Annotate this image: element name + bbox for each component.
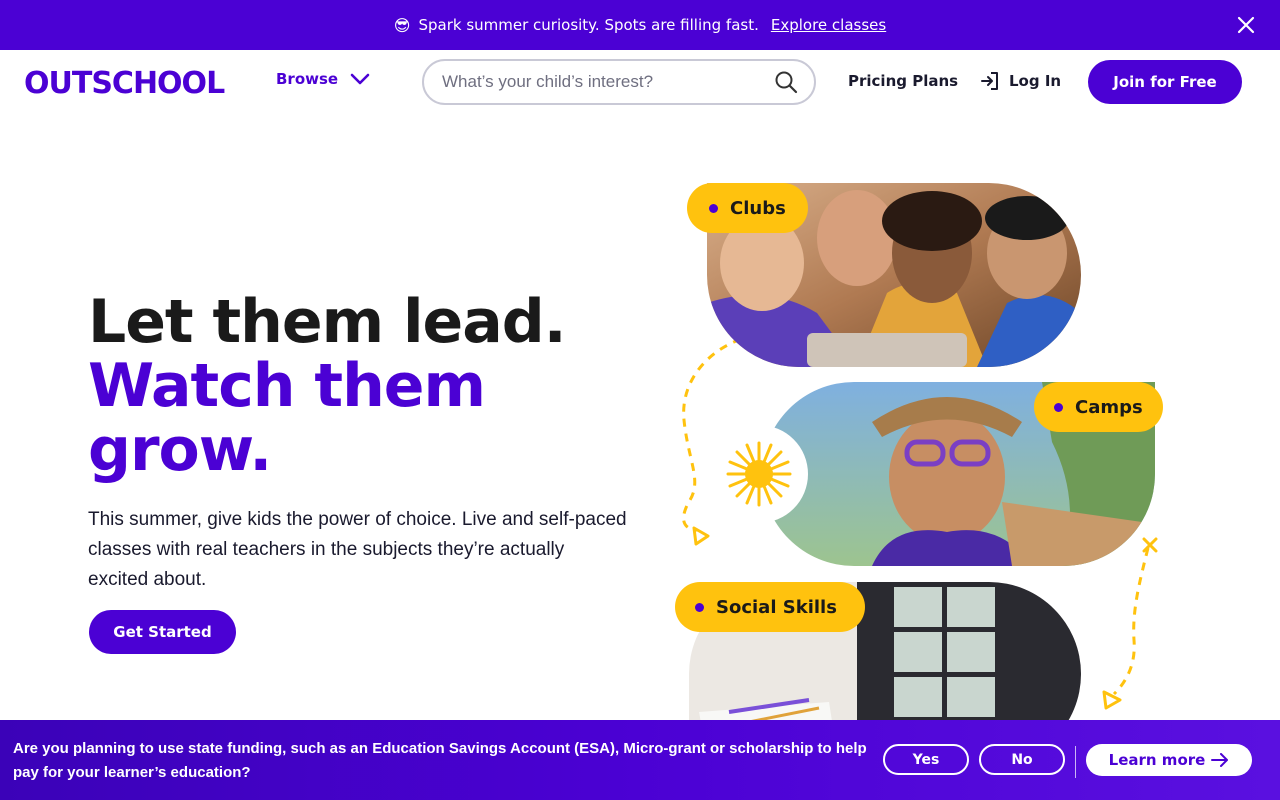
sun-badge: [710, 425, 808, 523]
search-bar[interactable]: [422, 59, 816, 105]
tag-dot-icon: [695, 602, 704, 612]
pricing-plans-link[interactable]: Pricing Plans: [848, 72, 958, 90]
promo-banner: 😎 Spark summer curiosity. Spots are fill…: [0, 0, 1280, 50]
esa-funding-bar: Are you planning to use state funding, s…: [0, 720, 1280, 800]
yes-button[interactable]: Yes: [883, 744, 969, 775]
login-icon: [981, 72, 998, 90]
promo-text: Spark summer curiosity. Spots are fillin…: [418, 16, 759, 34]
hero-title-line-2: Watch them: [88, 351, 486, 421]
log-in-link[interactable]: Log In: [979, 70, 1061, 92]
join-for-free-button[interactable]: Join for Free: [1088, 60, 1242, 104]
get-started-button[interactable]: Get Started: [89, 610, 236, 654]
site-header: OUTSCHOOL Browse Pricing Plans Log In Jo…: [0, 50, 1280, 114]
social-skills-tag: Social Skills: [675, 582, 865, 632]
tag-dot-icon: [709, 203, 718, 213]
browse-menu[interactable]: Browse: [276, 70, 370, 88]
no-button[interactable]: No: [979, 744, 1065, 775]
social-skills-tag-label: Social Skills: [716, 596, 837, 618]
search-input[interactable]: [442, 72, 774, 92]
tag-dot-icon: [1054, 402, 1063, 412]
camps-tag: Camps: [1034, 382, 1163, 432]
sun-icon: [726, 441, 792, 507]
search-icon[interactable]: [774, 70, 798, 94]
hero-subtitle: This summer, give kids the power of choi…: [88, 509, 627, 590]
learn-more-label: Learn more: [1108, 751, 1206, 769]
hero-title: Let them lead. Watch them grow.: [88, 287, 566, 485]
explore-classes-link[interactable]: Explore classes: [771, 16, 886, 34]
clubs-tag: Clubs: [687, 183, 808, 233]
esa-question-text: Are you planning to use state funding, s…: [13, 740, 867, 781]
sunglasses-emoji-icon: 😎: [393, 15, 411, 35]
close-icon[interactable]: [1236, 15, 1256, 35]
browse-label: Browse: [276, 70, 339, 88]
clubs-tag-label: Clubs: [730, 197, 786, 219]
hero-title-line-3: grow.: [88, 415, 272, 485]
hero-title-line-1: Let them lead.: [88, 287, 566, 357]
camps-tag-label: Camps: [1075, 396, 1143, 418]
outschool-logo[interactable]: OUTSCHOOL: [24, 68, 232, 96]
logo-text: OUTSCHOOL: [24, 68, 225, 96]
outschool-logo-icon: OUTSCHOOL: [24, 68, 226, 96]
chevron-down-icon: [350, 73, 370, 85]
arrow-right-icon: [1211, 753, 1229, 767]
learn-more-button[interactable]: Learn more: [1086, 744, 1252, 776]
log-in-label: Log In: [1009, 72, 1062, 90]
esa-divider: [1075, 746, 1076, 778]
